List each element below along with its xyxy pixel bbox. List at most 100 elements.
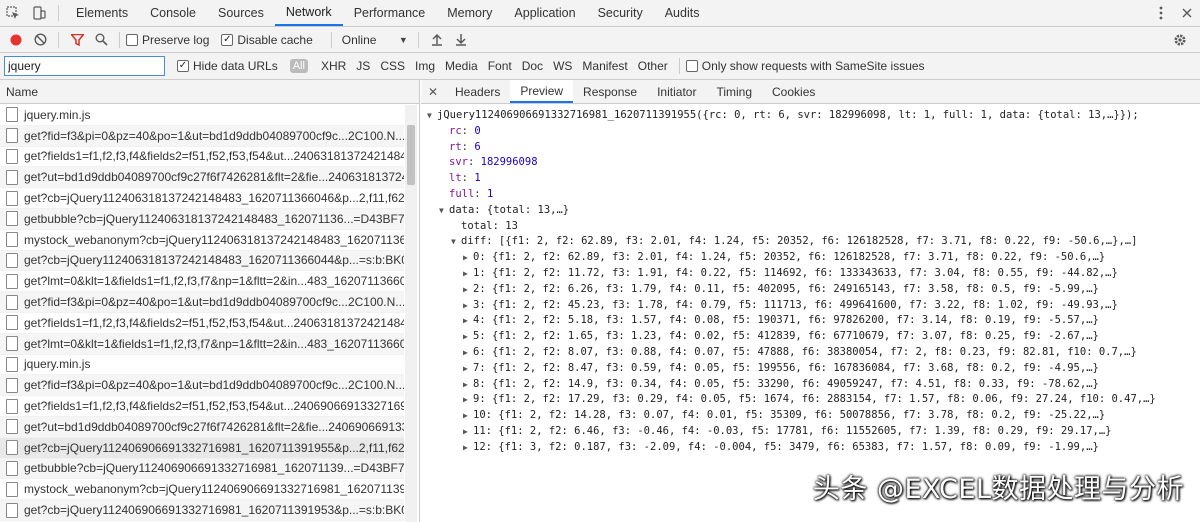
collapsed-triangle-icon[interactable]: ▶ [463,345,473,361]
request-row[interactable]: get?cb=jQuery112406318137242148483_16207… [0,250,404,272]
samesite-checkbox[interactable]: Only show requests with SameSite issues [685,59,925,73]
collapsed-triangle-icon[interactable]: ▶ [463,329,473,345]
collapsed-triangle-icon[interactable]: ▶ [463,266,473,282]
filter-type-img[interactable]: Img [410,59,440,73]
search-icon[interactable] [89,29,113,51]
collapsed-triangle-icon[interactable]: ▶ [463,392,473,408]
checkbox-checked[interactable]: ✓ [221,33,234,46]
tab-application[interactable]: Application [503,0,586,26]
tree-diff-item[interactable]: ▶ 10: {f1: 2, f2: 14.28, f3: 0.07, f4: 0.… [421,408,1200,424]
tab-sources[interactable]: Sources [207,0,275,26]
filter-type-doc[interactable]: Doc [517,59,548,73]
filter-type-media[interactable]: Media [440,59,483,73]
collapsed-triangle-icon[interactable]: ▶ [463,377,473,393]
request-row[interactable]: get?ut=bd1d9ddb04089700cf9c27f6f7426281&… [0,416,404,438]
tab-security[interactable]: Security [587,0,654,26]
tree-diff-item[interactable]: ▶ 4: {f1: 2, f2: 5.18, f3: 1.57, f4: 0.08… [421,313,1200,329]
close-devtools-icon[interactable] [1174,8,1200,18]
tab-audits[interactable]: Audits [654,0,711,26]
tree-diff-item[interactable]: ▶ 0: {f1: 2, f2: 62.89, f3: 2.01, f4: 1.2… [421,250,1200,266]
detail-tab-cookies[interactable]: Cookies [762,80,825,103]
request-row[interactable]: get?ut=bd1d9ddb04089700cf9c27f6f7426281&… [0,167,404,189]
checkbox-checked[interactable]: ✓ [177,60,189,72]
collapsed-triangle-icon[interactable]: ▶ [463,408,473,424]
request-row[interactable]: jquery.min.js [0,105,404,126]
tree-diff-item[interactable]: ▶ 7: {f1: 2, f2: 8.47, f3: 0.59, f4: 0.05… [421,361,1200,377]
tree-diff-item[interactable]: ▶ 5: {f1: 2, f2: 1.65, f3: 1.23, f4: 0.02… [421,329,1200,345]
network-settings-icon[interactable] [1168,29,1192,51]
filter-type-manifest[interactable]: Manifest [577,59,632,73]
request-row[interactable]: get?fields1=f1,f2,f3,f4&fields2=f51,f52,… [0,396,404,417]
collapsed-triangle-icon[interactable]: ▶ [463,282,473,298]
name-column-header[interactable]: Name [0,80,419,104]
clear-button[interactable] [28,29,52,51]
export-har-icon[interactable] [449,29,473,51]
detail-tab-initiator[interactable]: Initiator [647,80,706,103]
filter-type-js[interactable]: JS [351,59,375,73]
request-row[interactable]: get?fields1=f1,f2,f3,f4&fields2=f51,f52,… [0,146,404,168]
collapsed-triangle-icon[interactable]: ▶ [463,361,473,377]
tree-diff-item[interactable]: ▶ 1: {f1: 2, f2: 11.72, f3: 1.91, f4: 0.2… [421,266,1200,282]
request-row[interactable]: get?cb=jQuery112406318137242148483_16207… [0,188,404,209]
request-row[interactable]: jquery.min.js [0,354,404,376]
checkbox-unchecked[interactable] [126,33,138,46]
record-button[interactable] [4,29,28,51]
tree-diff-item[interactable]: ▶ 8: {f1: 2, f2: 14.9, f3: 0.34, f4: 0.05… [421,377,1200,393]
request-list-scrollbar[interactable] [405,105,417,522]
filter-all-button[interactable]: All [289,59,308,73]
expanded-triangle-icon[interactable]: ▼ [439,203,449,219]
checkbox-unchecked[interactable] [685,60,698,72]
tree-diff-item[interactable]: ▶ 6: {f1: 2, f2: 8.07, f3: 0.88, f4: 0.07… [421,345,1200,361]
detail-tab-timing[interactable]: Timing [706,80,762,103]
tab-network[interactable]: Network [274,0,343,26]
collapsed-triangle-icon[interactable]: ▶ [463,298,473,314]
tree-diff-item[interactable]: ▶ 9: {f1: 2, f2: 17.29, f3: 0.29, f4: 0.0… [421,392,1200,408]
device-toolbar-icon[interactable] [26,0,52,26]
expanded-triangle-icon[interactable]: ▼ [451,234,461,250]
preserve-log-checkbox[interactable]: Preserve log [126,33,209,47]
request-row[interactable]: mystock_webanonym?cb=jQuery1124063181372… [0,229,404,251]
tree-diff-row[interactable]: ▼ diff: [{f1: 2, f2: 62.89, f3: 2.01, f4:… [421,234,1200,250]
disable-cache-checkbox[interactable]: ✓ Disable cache [221,33,313,47]
request-row[interactable]: getbubble?cb=jQuery112406318137242148483… [0,208,404,230]
request-row[interactable]: get?lmt=0&klt=1&fields1=f1,f2,f3,f7&np=1… [0,271,404,293]
throttling-select[interactable]: Online ▼ [338,33,412,47]
tree-root-row[interactable]: ▼ jQuery112406906691332716981_16207113919… [421,108,1200,124]
request-row[interactable]: getbubble?cb=jQuery112406906691332716981… [0,458,404,480]
tree-diff-item[interactable]: ▶ 2: {f1: 2, f2: 6.26, f3: 1.79, f4: 0.11… [421,282,1200,298]
collapsed-triangle-icon[interactable]: ▶ [463,440,473,456]
tree-diff-item[interactable]: ▶ 3: {f1: 2, f2: 45.23, f3: 1.78, f4: 0.7… [421,298,1200,314]
filter-type-other[interactable]: Other [633,59,673,73]
request-row[interactable]: get?fid=f3&pi=0&pz=40&po=1&ut=bd1d9ddb04… [0,292,404,313]
tree-data-row[interactable]: ▼ data: {total: 13,…} [421,203,1200,219]
tab-memory[interactable]: Memory [436,0,503,26]
request-row[interactable]: get?cb=jQuery112406906691332716981_16207… [0,437,404,459]
close-detail-icon[interactable]: ✕ [421,80,445,103]
filter-type-ws[interactable]: WS [548,59,577,73]
request-row[interactable]: get?fid=f3&pi=0&pz=40&po=1&ut=bd1d9ddb04… [0,375,404,397]
collapsed-triangle-icon[interactable]: ▶ [463,424,473,440]
inspect-element-icon[interactable] [0,0,26,26]
scrollbar-thumb[interactable] [407,125,415,185]
detail-tab-preview[interactable]: Preview [510,80,574,103]
request-row[interactable]: get?fid=f3&pi=0&pz=40&po=1&ut=bd1d9ddb04… [0,125,404,147]
filter-input[interactable] [4,56,165,76]
request-row[interactable]: get?lmt=0&klt=1&fields1=f1,f2,f3,f7&np=1… [0,333,404,355]
more-options-icon[interactable] [1148,6,1174,20]
expanded-triangle-icon[interactable]: ▼ [427,108,437,124]
filter-type-xhr[interactable]: XHR [316,59,351,73]
tab-console[interactable]: Console [139,0,207,26]
filter-type-css[interactable]: CSS [375,59,410,73]
tab-elements[interactable]: Elements [65,0,139,26]
request-row[interactable]: get?cb=jQuery112406906691332716981_16207… [0,500,404,521]
tree-diff-item[interactable]: ▶ 11: {f1: 2, f2: 6.46, f3: -0.46, f4: -0… [421,424,1200,440]
filter-icon[interactable] [65,29,89,51]
tree-diff-item[interactable]: ▶ 12: {f1: 3, f2: 0.187, f3: -2.09, f4: -… [421,440,1200,456]
collapsed-triangle-icon[interactable]: ▶ [463,250,473,266]
request-row[interactable]: get?fields1=f1,f2,f3,f4&fields2=f51,f52,… [0,312,404,334]
detail-tab-headers[interactable]: Headers [445,80,510,103]
filter-type-font[interactable]: Font [483,59,517,73]
request-row[interactable]: mystock_webanonym?cb=jQuery1124069066913… [0,479,404,501]
collapsed-triangle-icon[interactable]: ▶ [463,313,473,329]
detail-tab-response[interactable]: Response [573,80,647,103]
